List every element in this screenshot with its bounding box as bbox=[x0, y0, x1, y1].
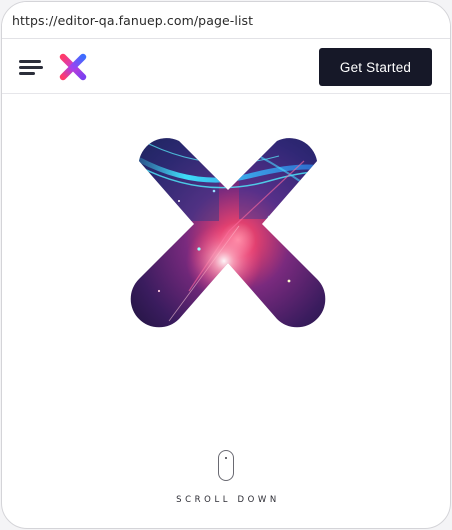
mouse-icon[interactable] bbox=[218, 450, 234, 481]
hamburger-menu-icon[interactable] bbox=[19, 58, 43, 76]
x-logo-icon[interactable] bbox=[58, 52, 88, 82]
browser-window: https://editor-qa.fanuep.com/page-list G… bbox=[1, 1, 451, 529]
address-bar[interactable]: https://editor-qa.fanuep.com/page-list bbox=[2, 2, 450, 39]
url-text[interactable]: https://editor-qa.fanuep.com/page-list bbox=[12, 13, 253, 28]
get-started-button[interactable]: Get Started bbox=[319, 48, 432, 86]
scroll-down-indicator[interactable]: SCROLL DOWN bbox=[2, 450, 450, 505]
site-header: Get Started bbox=[2, 40, 450, 94]
scroll-down-label: SCROLL DOWN bbox=[176, 495, 280, 505]
hero-x-image bbox=[130, 138, 326, 328]
